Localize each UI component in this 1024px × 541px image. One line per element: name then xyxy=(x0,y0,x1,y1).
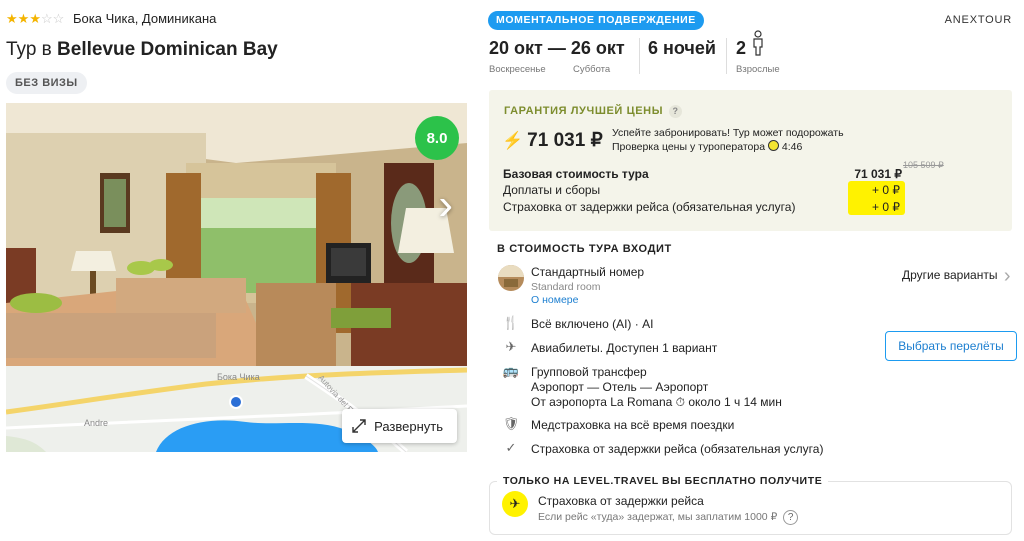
hotel-location: Бока Чика, Доминикана xyxy=(73,11,217,26)
promo-title: Страховка от задержки рейса xyxy=(538,494,704,508)
hotel-photo[interactable]: 8.0 › xyxy=(6,103,467,366)
nights-count: 6 ночей xyxy=(648,38,716,58)
clock-icon: ⏱ xyxy=(675,395,686,409)
promo-desc-text: Если рейс «туда» задержат, мы заплатим 1… xyxy=(538,511,778,523)
hotel-stars: ★★★☆☆ xyxy=(6,11,64,27)
star-icon: ★ xyxy=(6,11,18,26)
room-avatar[interactable] xyxy=(498,265,524,291)
about-room-link[interactable]: О номере xyxy=(531,294,578,306)
fees-label: Доплаты и сборы xyxy=(503,183,601,197)
flights-info: Авиабилеты. Доступен 1 вариант xyxy=(531,341,718,355)
date-from-day: Воскресенье xyxy=(489,64,546,75)
date-block: 20 окт — 26 окт xyxy=(489,38,625,59)
expand-map-button[interactable]: Развернуть xyxy=(342,409,457,443)
hurry-line-2: Проверка цены у туроператора 4:46 xyxy=(612,140,844,154)
included-heading: В СТОИМОСТЬ ТУРА ВХОДИТ xyxy=(497,243,672,255)
hotel-room-image xyxy=(6,103,467,366)
check-icon: ✓ xyxy=(505,440,517,455)
timer-icon xyxy=(767,140,779,151)
promo-desc: Если рейс «туда» задержат, мы заплатим 1… xyxy=(538,510,799,525)
date-dash: — xyxy=(547,38,566,58)
total-price-value: 71 031 ₽ xyxy=(527,130,603,151)
visa-badge: БЕЗ ВИЗЫ xyxy=(6,72,87,94)
star-icon: ★ xyxy=(17,11,30,26)
star-empty-icon: ☆ xyxy=(52,11,65,26)
plane-delay-icon: ✈ xyxy=(502,491,528,517)
rating-badge: 8.0 xyxy=(415,116,459,160)
promo-box xyxy=(489,481,1012,535)
room-name: Стандартный номер xyxy=(531,265,645,279)
shield-icon: 🛡 xyxy=(502,416,520,431)
transfer-time: около 1 ч 14 мин xyxy=(688,395,782,409)
hurry-line-1: Успейте забронировать! Тур может подорож… xyxy=(612,127,844,139)
help-icon[interactable]: ? xyxy=(669,105,683,118)
date-to: 26 окт xyxy=(570,38,625,58)
cutlery-icon: 🍴 xyxy=(502,315,520,330)
map-label-top: Бока Чика xyxy=(217,372,260,382)
check-price-label: Проверка цены у туроператора xyxy=(612,141,766,153)
old-price: 105 509 ₽ xyxy=(903,160,944,170)
star-empty-icon: ☆ xyxy=(40,11,53,26)
transfer-from: От аэропорта La Romana xyxy=(531,395,673,409)
base-price-label: Базовая стоимость тура xyxy=(503,167,649,181)
med-insurance: Медстраховка на всё время поездки xyxy=(531,418,735,432)
person-icon xyxy=(753,30,763,56)
delay-insurance: Страховка от задержки рейса (обязательна… xyxy=(531,442,824,456)
hurry-note: Успейте забронировать! Тур может подорож… xyxy=(612,127,844,154)
timer-value: 4:46 xyxy=(781,141,803,153)
transfer-route: Аэропорт — Отель — Аэропорт xyxy=(531,380,709,394)
bus-icon: 🚌 xyxy=(502,363,520,378)
other-options-link[interactable]: Другие варианты › xyxy=(902,265,1010,288)
map-label-left: Andre xyxy=(84,418,108,428)
other-options-label: Другие варианты xyxy=(902,268,998,282)
hotel-map[interactable]: Бока Чика Andre Autovia del Este Разверн… xyxy=(6,366,467,452)
instant-confirm-badge: МОМЕНТАЛЬНОЕ ПОДВЕРЖДЕНИЕ xyxy=(488,11,704,30)
plane-icon: ✈ xyxy=(505,339,517,354)
date-from: 20 окт xyxy=(489,38,543,58)
total-price: ⚡ 71 031 ₽ xyxy=(502,129,603,152)
adults-label: Взрослые xyxy=(736,64,780,75)
tour-operator: ANEXTOUR xyxy=(944,14,1012,26)
room-sub: Standard room xyxy=(531,281,601,293)
price-card: ГАРАНТИЯ ЛУЧШЕЙ ЦЕНЫ? ⚡ 71 031 ₽ Успейте … xyxy=(489,90,1012,231)
page-title: Тур в Bellevue Dominican Bay xyxy=(6,39,278,61)
hotel-name: Bellevue Dominican Bay xyxy=(57,39,278,60)
adults-count: 2 xyxy=(736,38,747,58)
fees-value: + 0 ₽ xyxy=(872,183,900,197)
transfer-duration: От аэропорта La Romana ⏱ около 1 ч 14 ми… xyxy=(531,395,782,410)
insurance-label: Страховка от задержки рейса (обязательна… xyxy=(503,200,796,214)
date-range: 20 окт — 26 окт xyxy=(489,38,625,59)
star-icon: ★ xyxy=(29,11,41,26)
best-price-label: ГАРАНТИЯ ЛУЧШЕЙ ЦЕНЫ xyxy=(504,105,664,117)
chevron-right-icon[interactable]: › xyxy=(438,183,453,227)
base-price-value: 71 031 ₽ xyxy=(854,167,902,181)
insurance-value: + 0 ₽ xyxy=(872,200,900,214)
transfer-title: Групповой трансфер xyxy=(531,365,647,379)
help-icon[interactable]: ? xyxy=(783,510,799,525)
best-price-title: ГАРАНТИЯ ЛУЧШЕЙ ЦЕНЫ? xyxy=(504,105,683,118)
divider xyxy=(726,38,727,74)
title-prefix: Тур в xyxy=(6,39,52,60)
divider xyxy=(639,38,640,74)
lightning-icon: ⚡ xyxy=(502,131,524,150)
chevron-right-icon: › xyxy=(1003,265,1011,287)
promo-heading: ТОЛЬКО НА LEVEL.TRAVEL ВЫ БЕСПЛАТНО ПОЛУ… xyxy=(497,475,829,487)
choose-flights-button[interactable]: Выбрать перелёты xyxy=(885,331,1017,361)
date-to-day: Суббота xyxy=(573,64,611,75)
expand-icon xyxy=(352,419,366,433)
expand-map-label: Развернуть xyxy=(374,418,443,434)
meal-plan: Всё включено (AI) · AI xyxy=(531,317,654,331)
